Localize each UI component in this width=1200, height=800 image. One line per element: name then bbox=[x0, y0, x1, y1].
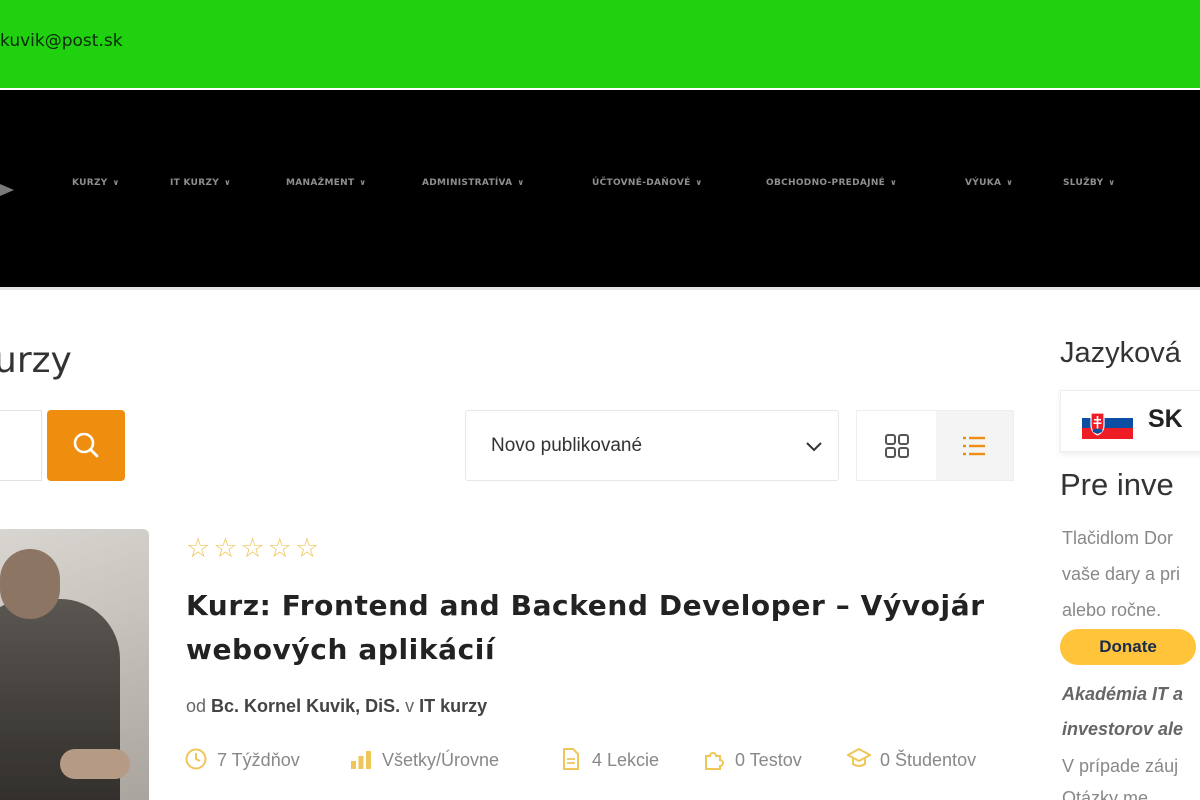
document-icon bbox=[563, 748, 579, 770]
course-duration: 7 Týždňov bbox=[184, 747, 300, 771]
chevron-down-icon: ∨ bbox=[112, 178, 120, 187]
grid-view-button[interactable] bbox=[857, 411, 936, 480]
course-byline: od Bc. Kornel Kuvik, DiS. v IT kurzy bbox=[186, 696, 488, 716]
course-category[interactable]: IT kurzy bbox=[419, 696, 487, 716]
chevron-down-icon: ∨ bbox=[890, 178, 897, 187]
clock-icon bbox=[185, 748, 207, 770]
course-students: 0 Študentov bbox=[847, 747, 976, 771]
thumbnail-person-hand bbox=[60, 749, 130, 779]
course-author[interactable]: Bc. Kornel Kuvik, DiS. bbox=[211, 696, 400, 716]
investor-text-line: Otázky me bbox=[1062, 788, 1149, 800]
language-code: SK bbox=[1148, 405, 1183, 433]
level-bars-icon bbox=[351, 751, 371, 769]
graduate-icon bbox=[847, 747, 871, 767]
grid-icon bbox=[885, 434, 909, 458]
nav-item-it-kurzy[interactable]: IT KURZY ∨ bbox=[170, 178, 231, 188]
course-thumbnail[interactable] bbox=[0, 529, 149, 800]
language-widget-title: Jazyková bbox=[1060, 337, 1181, 369]
nav-item-obchodno-predajne[interactable]: OBCHODNO-PREDAJNÉ ∨ bbox=[766, 178, 897, 188]
nav-divider bbox=[0, 287, 1200, 290]
search-button[interactable] bbox=[47, 410, 125, 481]
nav-item-administrativa[interactable]: ADMINISTRATÍVA ∨ bbox=[422, 178, 524, 188]
chevron-down-icon: ∨ bbox=[517, 178, 525, 187]
slovak-flag-icon bbox=[1082, 407, 1133, 439]
investor-text-line: V prípade záuj bbox=[1062, 756, 1179, 776]
nav-item-vyuka[interactable]: VÝUKA ∨ bbox=[965, 178, 1013, 188]
course-level: Všetky/Úrovne bbox=[349, 747, 499, 771]
chevron-down-icon: ∨ bbox=[359, 178, 367, 187]
donate-button[interactable]: Donate bbox=[1060, 629, 1196, 665]
sort-select[interactable]: Novo publikované bbox=[465, 410, 839, 481]
puzzle-icon bbox=[705, 752, 724, 770]
page-title: urzy bbox=[0, 340, 72, 381]
nav-item-uctovne-danove[interactable]: ÚČTOVNÉ-DAŇOVÉ ∨ bbox=[592, 178, 702, 188]
list-icon bbox=[963, 436, 985, 456]
course-lessons: 4 Lekcie bbox=[559, 747, 659, 771]
logo-icon[interactable] bbox=[0, 184, 14, 196]
chevron-down-icon: ∨ bbox=[224, 178, 231, 187]
search-icon bbox=[73, 432, 99, 458]
top-contact-bar: kuvik@post.sk bbox=[0, 0, 1200, 88]
nav-item-kurzy[interactable]: KURZY ∨ bbox=[72, 178, 119, 188]
investor-widget-title: Pre inve bbox=[1060, 467, 1174, 502]
search-input[interactable] bbox=[0, 410, 42, 481]
thumbnail-person-head bbox=[0, 549, 60, 619]
investor-text-line: Tlačidlom Dor bbox=[1062, 528, 1174, 548]
sort-selected-value: Novo publikované bbox=[491, 435, 643, 456]
contact-email[interactable]: kuvik@post.sk bbox=[0, 31, 123, 51]
nav-item-sluzby[interactable]: SLUŽBY ∨ bbox=[1063, 178, 1115, 188]
investor-emphasis-line: Akadémia IT a bbox=[1062, 684, 1184, 704]
main-navigation: KURZY ∨ IT KURZY ∨ MANAŽMENT ∨ ADMINISTRATÍ… bbox=[0, 90, 1200, 287]
investor-text-line: alebo ročne. bbox=[1062, 600, 1162, 620]
chevron-down-icon: ∨ bbox=[695, 178, 703, 187]
nav-item-manazment[interactable]: MANAŽMENT ∨ bbox=[286, 178, 366, 188]
language-switcher[interactable]: SK bbox=[1060, 390, 1200, 452]
course-tests: 0 Testov bbox=[702, 747, 802, 771]
investor-emphasis-line: investorov ale bbox=[1062, 719, 1184, 739]
chevron-down-icon bbox=[806, 442, 822, 452]
chevron-down-icon: ∨ bbox=[1108, 178, 1116, 187]
chevron-down-icon: ∨ bbox=[1006, 178, 1014, 187]
view-toggle bbox=[856, 410, 1014, 481]
course-title[interactable]: Kurz: Frontend and Backend Developer – V… bbox=[186, 584, 1016, 672]
course-rating-stars: ☆☆☆☆☆ bbox=[186, 533, 323, 564]
investor-text-line: vaše dary a pri bbox=[1062, 564, 1181, 584]
list-view-button[interactable] bbox=[936, 411, 1013, 480]
